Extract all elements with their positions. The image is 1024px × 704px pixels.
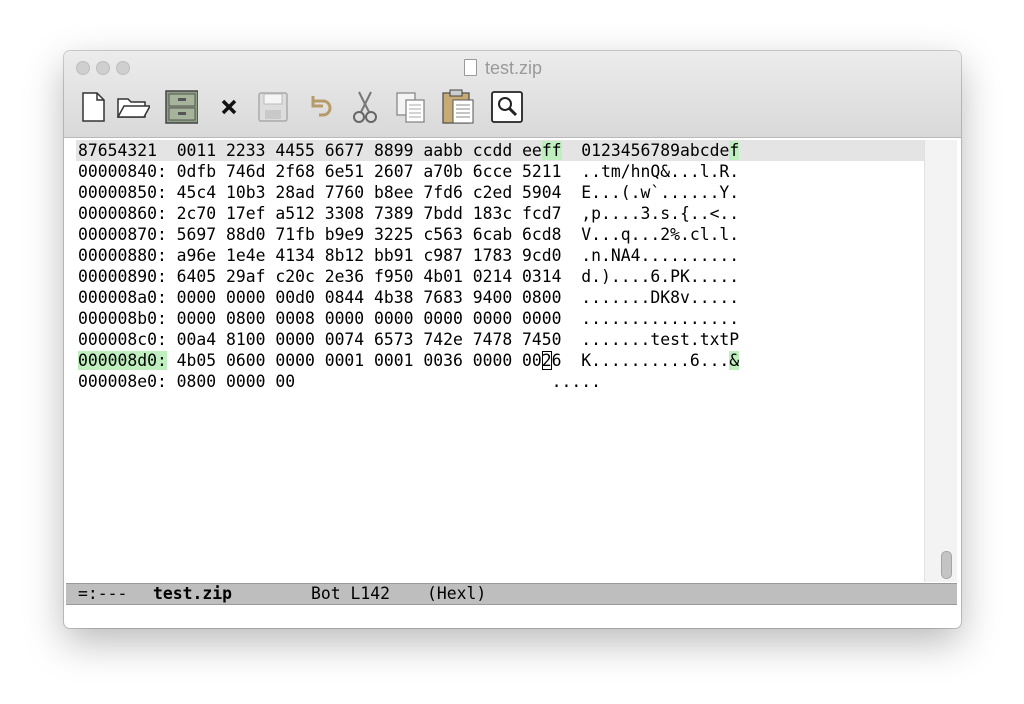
current-address: 000008d0: bbox=[78, 351, 167, 370]
folder-open-icon bbox=[116, 98, 150, 118]
hexl-row: 000008a0: 0000 0000 00d0 0844 4b38 7683 … bbox=[78, 287, 739, 308]
hexl-row: 00000860: 2c70 17ef a512 3308 7389 7bdd … bbox=[78, 203, 739, 224]
hexl-row: 000008c0: 00a4 8100 0000 0074 6573 742e … bbox=[78, 329, 739, 350]
copy-button[interactable] bbox=[394, 89, 428, 125]
row-ascii: .n.NA4.......... bbox=[561, 246, 740, 265]
row-ascii: d.)....6.PK..... bbox=[561, 267, 740, 286]
modeline-buffer-name[interactable]: test.zip bbox=[153, 584, 232, 604]
row-address: 000008e0: bbox=[78, 372, 167, 391]
zoom-window-button[interactable] bbox=[116, 61, 130, 75]
row-hex: 0800 0000 00 bbox=[166, 372, 296, 391]
row-hex: 00a4 8100 0000 0074 6573 742e 7478 7450 bbox=[166, 330, 562, 349]
close-icon bbox=[221, 99, 237, 115]
new-file-button[interactable] bbox=[76, 89, 110, 125]
hexl-row: 00000840: 0dfb 746d 2f68 6e51 2607 a70b … bbox=[78, 161, 739, 182]
minimize-window-button[interactable] bbox=[96, 61, 110, 75]
floppy-disk-icon bbox=[258, 92, 288, 122]
vertical-scrollbar[interactable] bbox=[924, 140, 957, 582]
row-ascii: K..........6... bbox=[561, 351, 730, 370]
save-button[interactable] bbox=[256, 89, 290, 125]
ascii-header-highlight: f bbox=[729, 141, 740, 160]
column-header: 0011 2233 4455 6677 8899 aabb ccdd ee bbox=[156, 141, 542, 160]
row-ascii: ..... bbox=[295, 372, 602, 391]
mode-line: =:--- test.zip Bot L142 (Hexl) bbox=[66, 583, 957, 605]
hexl-row: 000008b0: 0000 0800 0008 0000 0000 0000 … bbox=[78, 308, 739, 329]
row-ascii: V...q...2%.cl.l. bbox=[561, 225, 740, 244]
hexl-row: 00000850: 45c4 10b3 28ad 7760 b8ee 7fd6 … bbox=[78, 182, 739, 203]
row-hex: a96e 1e4e 4134 8b12 bb91 c987 1783 9cd0 bbox=[166, 246, 562, 265]
row-address: 000008a0: bbox=[78, 288, 167, 307]
column-header-highlight: ff bbox=[541, 141, 562, 160]
ascii-highlight: & bbox=[729, 351, 740, 370]
offset-header: 87654321 bbox=[78, 141, 157, 160]
ascii-header: 0123456789abcde bbox=[561, 141, 730, 160]
row-hex: 4b05 0600 0000 0001 0001 0036 0000 00 bbox=[166, 351, 542, 370]
scrollbar-thumb[interactable] bbox=[941, 551, 952, 579]
row-address: 000008c0: bbox=[78, 330, 167, 349]
row-hex: 0dfb 746d 2f68 6e51 2607 a70b 6cce 5211 bbox=[166, 162, 562, 181]
new-file-icon bbox=[82, 92, 105, 122]
row-address: 00000850: bbox=[78, 183, 167, 202]
hexl-row: 000008e0: 0800 0000 00 ..... bbox=[78, 371, 601, 392]
row-ascii: ..tm/hnQ&...l.R. bbox=[561, 162, 740, 181]
undo-icon bbox=[311, 96, 332, 117]
row-ascii: .......DK8v..... bbox=[561, 288, 740, 307]
filing-cabinet-button[interactable] bbox=[164, 89, 198, 125]
row-ascii: .......test.txtP bbox=[561, 330, 740, 349]
row-ascii: E...(.w`......Y. bbox=[561, 183, 740, 202]
row-address: 000008b0: bbox=[78, 309, 167, 328]
row-hex: 0000 0800 0008 0000 0000 0000 0000 0000 bbox=[166, 309, 562, 328]
close-buffer-button[interactable] bbox=[212, 89, 246, 125]
row-hex: 45c4 10b3 28ad 7760 b8ee 7fd6 c2ed 5904 bbox=[166, 183, 562, 202]
minibuffer[interactable] bbox=[66, 605, 957, 627]
row-hex: 0000 0000 00d0 0844 4b38 7683 9400 0800 bbox=[166, 288, 562, 307]
undo-button[interactable] bbox=[304, 89, 338, 125]
hexl-current-row[interactable]: 000008d0: 4b05 0600 0000 0001 0001 0036 … bbox=[78, 350, 740, 371]
open-folder-button[interactable] bbox=[116, 89, 150, 125]
hexl-row: 00000870: 5697 88d0 71fb b9e9 3225 c563 … bbox=[78, 224, 739, 245]
row-hex-tail: 6 bbox=[551, 351, 562, 370]
editor-window: test.zip 87654321 0011 2233 4455 6677 88… bbox=[64, 51, 961, 628]
magnifier-icon bbox=[491, 91, 523, 123]
row-address: 00000860: bbox=[78, 204, 167, 223]
row-hex: 5697 88d0 71fb b9e9 3225 c563 6cab 6cd8 bbox=[166, 225, 562, 244]
title-bar: test.zip bbox=[64, 51, 961, 138]
row-ascii: ................ bbox=[561, 309, 740, 328]
scissors-icon bbox=[353, 91, 377, 123]
hexl-header: 87654321 0011 2233 4455 6677 8899 aabb c… bbox=[78, 140, 740, 161]
row-hex: 6405 29af c20c 2e36 f950 4b01 0214 0314 bbox=[166, 267, 562, 286]
row-address: 00000890: bbox=[78, 267, 167, 286]
paste-icon bbox=[442, 89, 474, 124]
row-address: 00000840: bbox=[78, 162, 167, 181]
search-button[interactable] bbox=[490, 89, 524, 125]
paste-button[interactable] bbox=[440, 89, 474, 125]
close-window-button[interactable] bbox=[76, 61, 90, 75]
row-address: 00000880: bbox=[78, 246, 167, 265]
row-ascii: ,p....3.s.{..<.. bbox=[561, 204, 740, 223]
cut-button[interactable] bbox=[348, 89, 382, 125]
document-icon bbox=[464, 59, 477, 76]
copy-icon bbox=[396, 92, 425, 123]
row-address: 00000870: bbox=[78, 225, 167, 244]
text-cursor: 2 bbox=[541, 351, 552, 370]
modeline-position: Bot L142 bbox=[311, 584, 390, 603]
modeline-status: =:--- bbox=[78, 584, 128, 603]
filing-cabinet-icon bbox=[165, 90, 198, 124]
hexl-row: 00000890: 6405 29af c20c 2e36 f950 4b01 … bbox=[78, 266, 739, 287]
hexl-buffer[interactable]: 87654321 0011 2233 4455 6677 8899 aabb c… bbox=[76, 140, 924, 582]
row-hex: 2c70 17ef a512 3308 7389 7bdd 183c fcd7 bbox=[166, 204, 562, 223]
window-title: test.zip bbox=[464, 58, 542, 78]
modeline-mode[interactable]: (Hexl) bbox=[427, 584, 486, 604]
hexl-row: 00000880: a96e 1e4e 4134 8b12 bb91 c987 … bbox=[78, 245, 739, 266]
